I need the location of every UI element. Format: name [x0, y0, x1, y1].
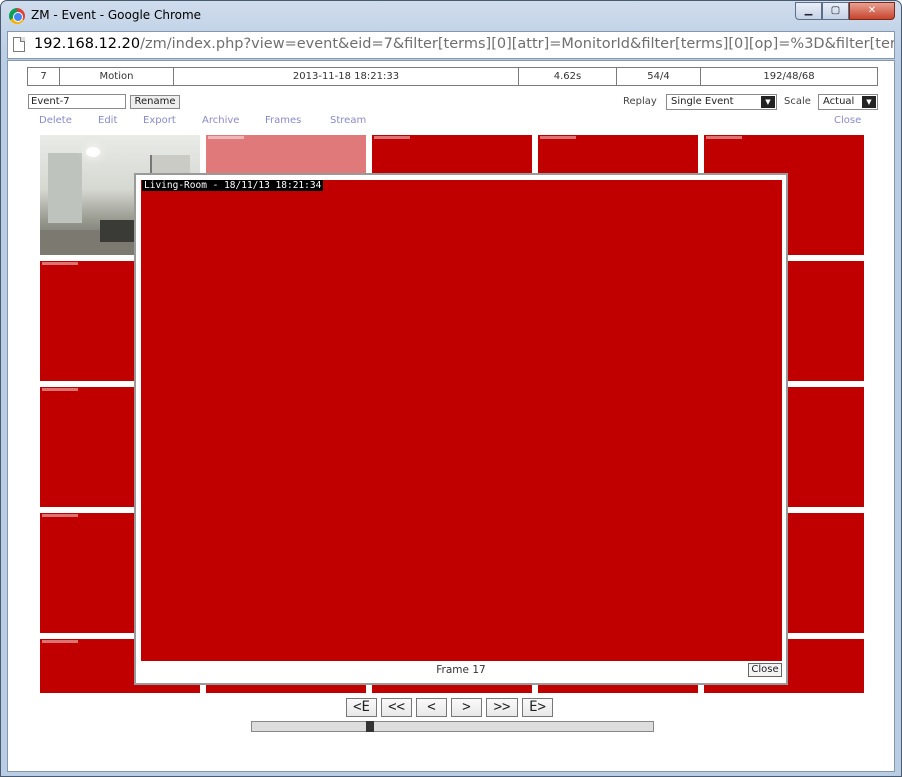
event-navigation: <E << < > >> E>	[346, 698, 553, 717]
title-bar: ZM - Event - Google Chrome ▁ ▢ ✕	[1, 1, 901, 31]
close-window-button[interactable]: ✕	[849, 2, 895, 20]
first-event-button[interactable]: <E	[346, 698, 377, 717]
url-text[interactable]: 192.168.12.20/zm/index.php?view=event&ei…	[34, 36, 894, 52]
modal-close-button[interactable]: Close	[748, 663, 782, 677]
fast-rewind-button[interactable]: <<	[381, 698, 412, 717]
event-info-table: 7 Motion 2013-11-18 18:21:33 4.62s 54/4 …	[27, 67, 878, 86]
frame-timestamp-overlay: Living-Room - 18/11/13 18:21:34	[142, 180, 324, 191]
slider-handle[interactable]	[366, 721, 374, 732]
frame-image: Living-Room - 18/11/13 18:21:34	[141, 180, 782, 661]
browser-window: ZM - Event - Google Chrome ▁ ▢ ✕ 192.168…	[0, 0, 902, 777]
next-frame-button[interactable]: >	[451, 698, 482, 717]
frame-viewer-modal: Living-Room - 18/11/13 18:21:34 Frame 17…	[134, 173, 788, 685]
page-content: 7 Motion 2013-11-18 18:21:33 4.62s 54/4 …	[7, 60, 895, 772]
scale-select[interactable]: Actual ▼	[818, 94, 878, 110]
replay-label: Replay	[623, 96, 657, 107]
edit-link[interactable]: Edit	[98, 115, 117, 126]
minimize-button[interactable]: ▁	[795, 2, 822, 20]
archive-link[interactable]: Archive	[202, 115, 239, 126]
event-cause: Motion	[60, 68, 174, 85]
close-link[interactable]: Close	[834, 115, 861, 126]
event-scores: 192/48/68	[763, 71, 815, 82]
stream-link[interactable]: Stream	[330, 115, 366, 126]
scale-label: Scale	[784, 96, 811, 107]
event-time: 2013-11-18 18:21:33	[174, 68, 519, 85]
frame-number-label: Frame 17	[436, 664, 486, 676]
rename-button[interactable]: Rename	[130, 95, 180, 109]
event-progress-slider[interactable]	[251, 721, 654, 732]
maximize-button[interactable]: ▢	[822, 2, 849, 20]
chevron-down-icon: ▼	[862, 96, 876, 108]
event-name-input[interactable]: Event-7	[28, 94, 126, 109]
chevron-down-icon: ▼	[761, 96, 775, 108]
replay-select[interactable]: Single Event ▼	[666, 94, 777, 110]
window-title: ZM - Event - Google Chrome	[31, 8, 202, 22]
chrome-logo-icon	[9, 8, 25, 24]
address-bar[interactable]: 192.168.12.20/zm/index.php?view=event&ei…	[7, 31, 895, 59]
export-link[interactable]: Export	[143, 115, 176, 126]
event-frames: 54/4	[617, 68, 701, 85]
last-event-button[interactable]: E>	[522, 698, 553, 717]
page-icon	[13, 37, 25, 52]
event-id: 7	[28, 68, 60, 85]
previous-frame-button[interactable]: <	[416, 698, 447, 717]
fast-forward-button[interactable]: >>	[486, 698, 518, 717]
frames-link[interactable]: Frames	[265, 115, 301, 126]
event-duration: 4.62s	[519, 68, 617, 85]
delete-link[interactable]: Delete	[39, 115, 72, 126]
